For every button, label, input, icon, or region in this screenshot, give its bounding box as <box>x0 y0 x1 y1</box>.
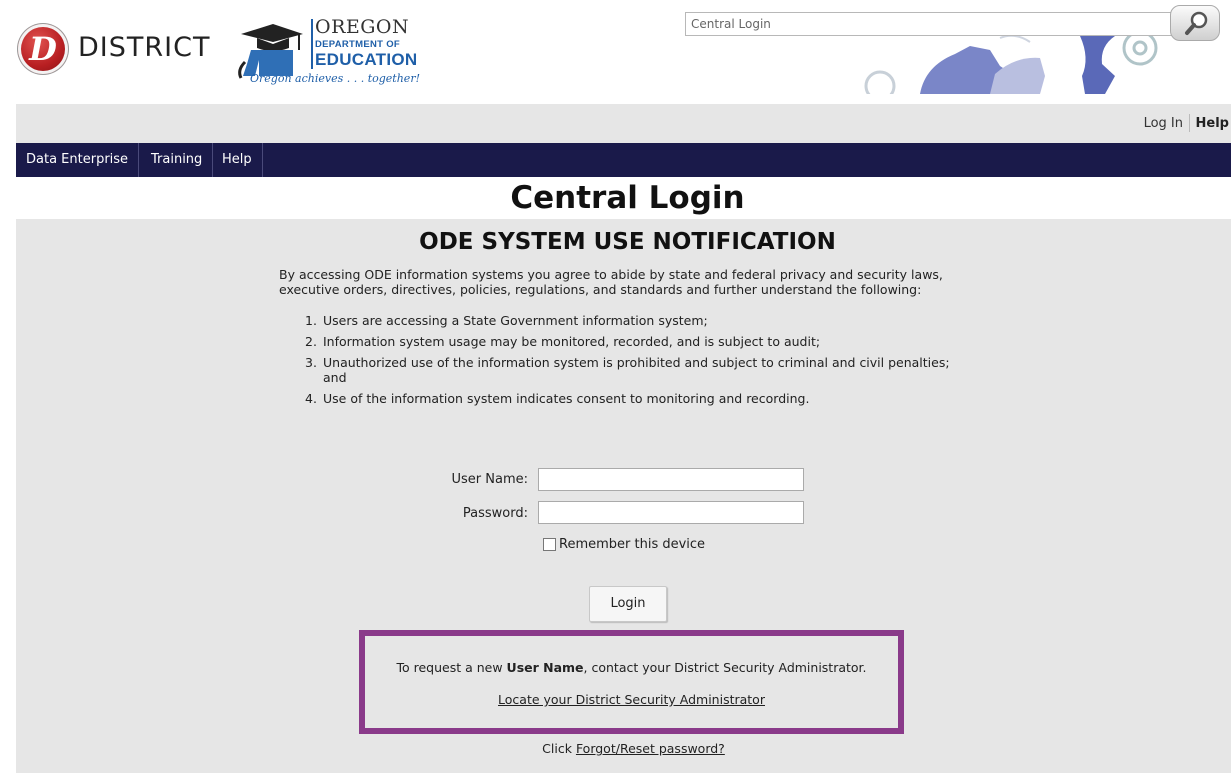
notice-list: 1. Users are accessing a State Government… <box>303 313 983 412</box>
password-field[interactable] <box>538 501 804 524</box>
forgot-prefix: Click <box>542 741 576 756</box>
list-item-text: Users are accessing a State Government i… <box>323 313 708 328</box>
page-title: Central Login <box>510 180 745 216</box>
list-item-number: 1. <box>305 313 317 328</box>
username-field[interactable] <box>538 468 804 491</box>
remember-device-label[interactable]: Remember this device <box>559 537 705 552</box>
ode-tagline: Oregon achieves . . . together! <box>250 72 420 85</box>
main-nav: Data Enterprise Training Help <box>16 143 1231 177</box>
password-label: Password: <box>462 506 528 521</box>
username-label: User Name: <box>451 472 529 487</box>
list-item-number: 2. <box>305 334 317 349</box>
list-item-text: Information system usage may be monitore… <box>323 334 821 349</box>
remember-device-checkbox[interactable] <box>543 538 556 551</box>
request-text-suffix: , contact your District Security Adminis… <box>583 660 867 675</box>
notice-intro-line: By accessing ODE information systems you… <box>279 267 943 282</box>
request-text-bold: User Name <box>506 660 584 675</box>
list-item: 3. Unauthorized use of the information sy… <box>303 355 983 385</box>
list-item-number: 3. <box>305 355 317 370</box>
ode-logo[interactable]: OREGON DEPARTMENT OF EDUCATION Oregon ac… <box>250 16 420 96</box>
nav-item-data-enterprise[interactable]: Data Enterprise <box>16 143 140 177</box>
site-header: D DISTRICT OREGON DEPARTMENT OF EDUCATIO… <box>0 0 1231 104</box>
nav-item-training[interactable]: Training <box>141 143 214 177</box>
request-username-text: To request a new User Name, contact your… <box>365 660 898 675</box>
log-in-link[interactable]: Log In <box>1144 116 1183 131</box>
district-logo-icon[interactable]: D <box>18 24 68 74</box>
utility-bar: Log In Help <box>16 104 1231 143</box>
forgot-password-row: Click Forgot/Reset password? <box>16 741 1231 756</box>
list-item-text: Unauthorized use of the information syst… <box>323 355 950 370</box>
list-item: 2. Information system usage may be monito… <box>303 334 983 349</box>
list-item-text-continued: and <box>323 370 347 385</box>
help-link-top[interactable]: Help <box>1196 116 1229 131</box>
list-item-text: Use of the information system indicates … <box>323 391 810 406</box>
utility-divider <box>1189 114 1190 132</box>
page-title-bar: Central Login <box>16 177 1231 219</box>
list-item: 4. Use of the information system indicate… <box>303 391 983 406</box>
login-panel: ODE SYSTEM USE NOTIFICATION By accessing… <box>16 219 1231 773</box>
search-input[interactable] <box>685 12 1177 36</box>
list-item: 1. Users are accessing a State Government… <box>303 313 983 328</box>
ode-logo-department: DEPARTMENT OF <box>315 39 400 50</box>
request-username-box: To request a new User Name, contact your… <box>359 630 904 734</box>
ode-logo-education: EDUCATION <box>315 50 418 69</box>
notice-intro-line: executive orders, directives, policies, … <box>279 282 922 297</box>
notice-title: ODE SYSTEM USE NOTIFICATION <box>419 229 836 255</box>
district-logo-text[interactable]: DISTRICT <box>78 32 210 63</box>
ode-logo-oregon: OREGON <box>315 16 410 38</box>
list-item-number: 4. <box>305 391 317 406</box>
remember-device[interactable]: Remember this device <box>543 537 705 552</box>
oregon-graduation-cap-icon <box>238 24 303 79</box>
request-text-prefix: To request a new <box>396 660 507 675</box>
gears-decoration-icon <box>864 36 1158 94</box>
nav-item-help[interactable]: Help <box>212 143 263 177</box>
ode-logo-divider <box>311 19 313 69</box>
locate-security-admin-link[interactable]: Locate your District Security Administra… <box>365 692 898 707</box>
notice-intro: By accessing ODE information systems you… <box>279 267 979 297</box>
forgot-reset-password-link[interactable]: Forgot/Reset password? <box>576 741 725 756</box>
login-button[interactable]: Login <box>589 586 667 622</box>
